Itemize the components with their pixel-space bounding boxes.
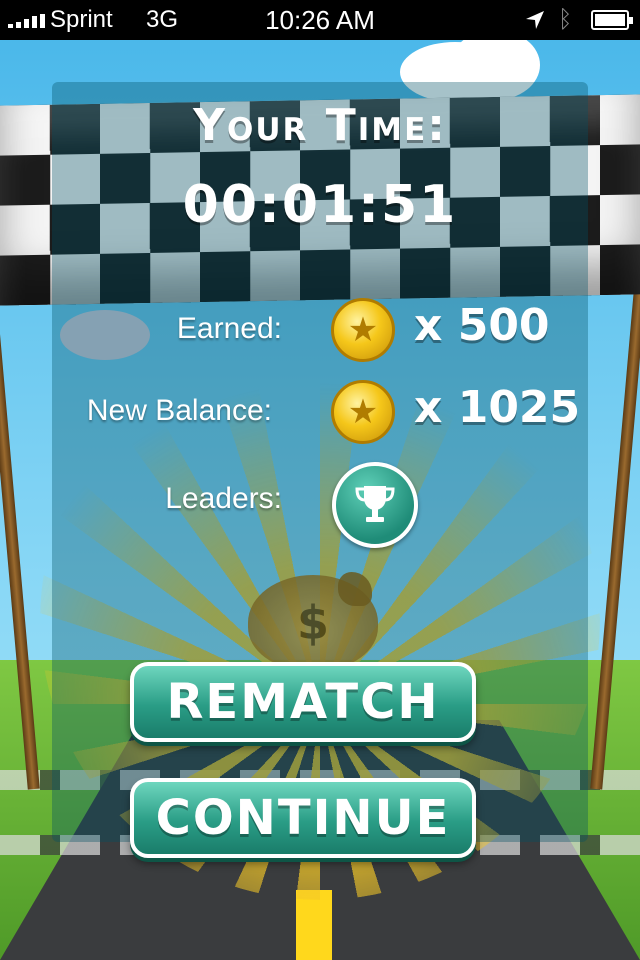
location-icon bbox=[526, 11, 544, 29]
star-coin-icon: ★ bbox=[331, 298, 395, 362]
road-center-line bbox=[296, 890, 332, 960]
new-balance-label: New Balance: bbox=[86, 394, 272, 427]
continue-button[interactable]: CONTINUE bbox=[130, 778, 476, 858]
earned-amount: x 500 bbox=[414, 300, 550, 351]
battery-icon bbox=[591, 10, 633, 30]
your-time-title: Your Time: bbox=[193, 100, 447, 151]
star-coin-icon: ★ bbox=[331, 380, 395, 444]
earned-label: Earned: bbox=[176, 312, 282, 345]
bluetooth-icon: ᛒ bbox=[558, 6, 573, 33]
leaderboard-button[interactable] bbox=[332, 462, 418, 548]
race-time: 00:01:51 bbox=[182, 175, 458, 235]
rematch-button[interactable]: REMATCH bbox=[130, 662, 476, 742]
balance-amount: x 1025 bbox=[414, 382, 581, 433]
trophy-icon bbox=[355, 486, 395, 522]
status-bar: Sprint 3G 10:26 AM ᛒ bbox=[0, 0, 640, 40]
leaders-label: Leaders: bbox=[165, 482, 282, 515]
